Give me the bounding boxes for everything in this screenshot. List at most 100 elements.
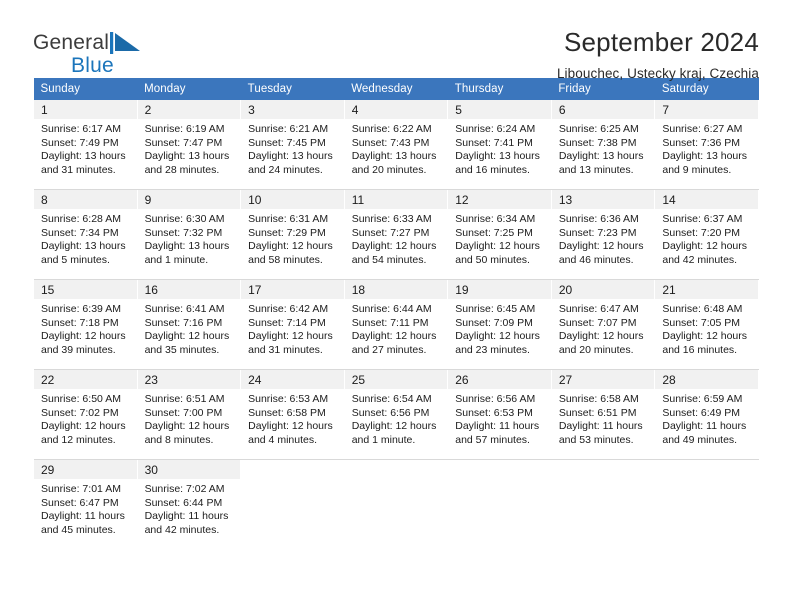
day-number[interactable]: 11 xyxy=(343,190,449,209)
day-cell[interactable]: Sunrise: 6:31 AM Sunset: 7:29 PM Daylight:… xyxy=(240,209,345,279)
day-daylight-line: Daylight: 12 hours xyxy=(248,240,333,253)
day-sunrise-line: Sunrise: 6:30 AM xyxy=(144,213,225,225)
day-number[interactable]: 7 xyxy=(654,100,759,119)
day-cell[interactable]: Sunrise: 6:48 AM Sunset: 7:05 PM Daylight:… xyxy=(654,299,759,369)
calendar-daynumber-row: 8 9 10 11 12 13 14 xyxy=(33,190,759,209)
day-number[interactable]: 29 xyxy=(33,460,138,479)
day-number[interactable]: 4 xyxy=(343,100,449,119)
day-sunrise-line: Sunrise: 6:39 AM xyxy=(41,303,121,315)
day-sunrise-line: Sunrise: 7:02 AM xyxy=(144,483,225,495)
day-cell[interactable]: Sunrise: 6:47 AM Sunset: 7:07 PM Daylight:… xyxy=(550,299,656,369)
day-daylight-line: Daylight: 11 hours xyxy=(144,510,229,523)
day-number[interactable]: 18 xyxy=(343,280,449,299)
day-number[interactable]: 12 xyxy=(447,190,552,209)
day-number[interactable]: 16 xyxy=(136,280,242,299)
day-sunrise-line: Sunrise: 6:44 AM xyxy=(351,303,432,315)
day-number[interactable]: 6 xyxy=(550,100,656,119)
day-number[interactable]: 13 xyxy=(550,190,656,209)
day-cell[interactable]: Sunrise: 6:37 AM Sunset: 7:20 PM Daylight:… xyxy=(654,209,759,279)
day-sunrise-line: Sunrise: 6:34 AM xyxy=(455,213,536,225)
weekday-header-sunday: Sunday xyxy=(33,78,138,100)
day-cell[interactable]: Sunrise: 6:33 AM Sunset: 7:27 PM Daylight:… xyxy=(343,209,449,279)
day-sunset-line: Sunset: 7:36 PM xyxy=(662,136,741,149)
day-daylight-line: and 1 minute. xyxy=(351,433,416,446)
day-number[interactable]: 27 xyxy=(550,370,656,389)
day-cell[interactable]: Sunrise: 6:41 AM Sunset: 7:16 PM Daylight:… xyxy=(136,299,242,369)
day-sunrise-line: Sunrise: 6:42 AM xyxy=(248,303,329,315)
day-cell[interactable]: Sunrise: 6:25 AM Sunset: 7:38 PM Daylight:… xyxy=(550,119,656,189)
day-number[interactable]: 15 xyxy=(33,280,138,299)
day-sunset-line: Sunset: 7:05 PM xyxy=(662,316,741,329)
day-cell[interactable]: Sunrise: 6:39 AM Sunset: 7:18 PM Daylight:… xyxy=(33,299,138,369)
day-number[interactable]: 8 xyxy=(33,190,138,209)
day-number[interactable]: 28 xyxy=(654,370,759,389)
day-cell[interactable]: Sunrise: 6:17 AM Sunset: 7:49 PM Daylight:… xyxy=(33,119,138,189)
day-daylight-line: Daylight: 12 hours xyxy=(351,330,437,343)
day-sunset-line: Sunset: 7:38 PM xyxy=(558,136,637,149)
day-cell[interactable]: Sunrise: 6:28 AM Sunset: 7:34 PM Daylight:… xyxy=(33,209,138,279)
day-sunrise-line: Sunrise: 6:27 AM xyxy=(662,123,743,135)
day-number[interactable]: 20 xyxy=(550,280,656,299)
day-cell[interactable]: Sunrise: 6:42 AM Sunset: 7:14 PM Daylight:… xyxy=(240,299,345,369)
empty-day-number xyxy=(240,460,345,479)
day-sunrise-line: Sunrise: 6:37 AM xyxy=(662,213,743,225)
day-cell[interactable]: Sunrise: 6:44 AM Sunset: 7:11 PM Daylight:… xyxy=(343,299,449,369)
blue-triangle-flag-icon xyxy=(110,32,144,54)
day-sunrise-line: Sunrise: 6:22 AM xyxy=(351,123,432,135)
day-number[interactable]: 30 xyxy=(136,460,242,479)
day-cell[interactable]: Sunrise: 6:22 AM Sunset: 7:43 PM Daylight:… xyxy=(343,119,449,189)
day-number[interactable]: 19 xyxy=(447,280,552,299)
day-cell[interactable]: Sunrise: 6:24 AM Sunset: 7:41 PM Daylight:… xyxy=(447,119,552,189)
day-number[interactable]: 23 xyxy=(136,370,242,389)
day-number[interactable]: 25 xyxy=(343,370,449,389)
day-cell[interactable]: Sunrise: 6:50 AM Sunset: 7:02 PM Daylight:… xyxy=(33,389,138,459)
day-number[interactable]: 3 xyxy=(240,100,345,119)
day-sunset-line: Sunset: 7:14 PM xyxy=(248,316,326,329)
day-cell[interactable]: Sunrise: 6:19 AM Sunset: 7:47 PM Daylight:… xyxy=(136,119,242,189)
day-sunset-line: Sunset: 7:16 PM xyxy=(144,316,223,329)
day-daylight-line: Daylight: 12 hours xyxy=(41,330,126,343)
day-sunset-line: Sunset: 7:45 PM xyxy=(248,136,326,149)
empty-day-number xyxy=(343,460,449,479)
empty-day-number xyxy=(447,460,552,479)
day-number[interactable]: 9 xyxy=(136,190,242,209)
day-sunset-line: Sunset: 7:18 PM xyxy=(41,316,119,329)
day-number[interactable]: 14 xyxy=(654,190,759,209)
day-cell[interactable]: Sunrise: 7:02 AM Sunset: 6:44 PM Daylight:… xyxy=(136,479,242,549)
day-number[interactable]: 21 xyxy=(654,280,759,299)
day-cell[interactable]: Sunrise: 6:34 AM Sunset: 7:25 PM Daylight:… xyxy=(447,209,552,279)
day-number[interactable]: 22 xyxy=(33,370,138,389)
day-cell[interactable]: Sunrise: 6:53 AM Sunset: 6:58 PM Daylight:… xyxy=(240,389,345,459)
day-cell[interactable]: Sunrise: 6:51 AM Sunset: 7:00 PM Daylight:… xyxy=(136,389,242,459)
day-number[interactable]: 10 xyxy=(240,190,345,209)
day-sunset-line: Sunset: 7:34 PM xyxy=(41,226,119,239)
day-number[interactable]: 2 xyxy=(136,100,242,119)
day-cell[interactable]: Sunrise: 6:27 AM Sunset: 7:36 PM Daylight:… xyxy=(654,119,759,189)
day-cell[interactable]: Sunrise: 6:54 AM Sunset: 6:56 PM Daylight:… xyxy=(343,389,449,459)
day-number[interactable]: 24 xyxy=(240,370,345,389)
day-number[interactable]: 17 xyxy=(240,280,345,299)
day-cell[interactable]: Sunrise: 6:45 AM Sunset: 7:09 PM Daylight:… xyxy=(447,299,552,369)
day-daylight-line: and 57 minutes. xyxy=(455,433,530,446)
day-cell[interactable]: Sunrise: 6:58 AM Sunset: 6:51 PM Daylight:… xyxy=(550,389,656,459)
day-sunrise-line: Sunrise: 6:56 AM xyxy=(455,393,536,405)
day-number[interactable]: 26 xyxy=(447,370,552,389)
day-daylight-line: and 50 minutes. xyxy=(455,253,530,266)
day-cell[interactable]: Sunrise: 6:36 AM Sunset: 7:23 PM Daylight:… xyxy=(550,209,656,279)
day-daylight-line: and 20 minutes. xyxy=(558,343,634,356)
calendar-info-row: Sunrise: 6:17 AM Sunset: 7:49 PM Daylight:… xyxy=(33,119,759,189)
day-cell[interactable]: Sunrise: 6:30 AM Sunset: 7:32 PM Daylight:… xyxy=(136,209,242,279)
day-number[interactable]: 1 xyxy=(33,100,138,119)
day-cell[interactable]: Sunrise: 6:59 AM Sunset: 6:49 PM Daylight:… xyxy=(654,389,759,459)
day-daylight-line: Daylight: 11 hours xyxy=(558,420,643,433)
general-blue-logo[interactable]: General Blue xyxy=(33,26,144,77)
day-cell[interactable]: Sunrise: 7:01 AM Sunset: 6:47 PM Daylight:… xyxy=(33,479,138,549)
day-daylight-line: and 23 minutes. xyxy=(455,343,530,356)
day-cell[interactable]: Sunrise: 6:21 AM Sunset: 7:45 PM Daylight:… xyxy=(240,119,345,189)
day-daylight-line: Daylight: 13 hours xyxy=(144,150,230,163)
day-cell[interactable]: Sunrise: 6:56 AM Sunset: 6:53 PM Daylight:… xyxy=(447,389,552,459)
day-sunset-line: Sunset: 7:27 PM xyxy=(351,226,430,239)
day-sunset-line: Sunset: 6:44 PM xyxy=(144,496,223,509)
day-number[interactable]: 5 xyxy=(447,100,552,119)
calendar-info-row: Sunrise: 6:39 AM Sunset: 7:18 PM Daylight:… xyxy=(33,299,759,369)
